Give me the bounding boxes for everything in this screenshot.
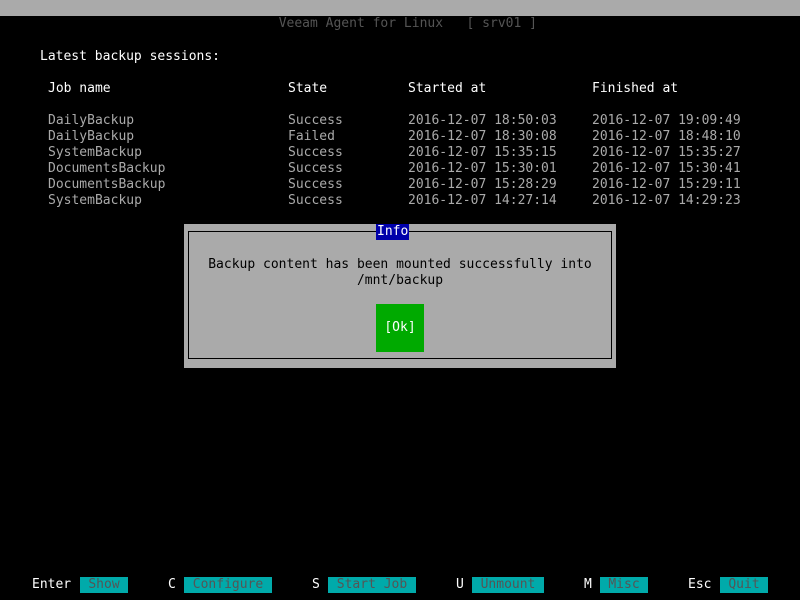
table-row[interactable]: DailyBackup Success 2016-12-07 18:50:03 … (0, 113, 800, 129)
key-m: M (584, 577, 592, 592)
column-header-state: State (288, 81, 328, 96)
cell-started-at: 2016-12-07 15:28:29 (408, 177, 557, 192)
cell-state: Failed (288, 129, 335, 144)
start-job-button[interactable]: Start Job (328, 577, 416, 593)
dialog-title: Info (376, 224, 410, 240)
column-header-finished-at: Finished at (592, 81, 679, 96)
sessions-heading: Latest backup sessions: (40, 49, 221, 64)
show-button[interactable]: Show (80, 577, 128, 593)
table-row[interactable]: DailyBackup Failed 2016-12-07 18:30:08 2… (0, 129, 800, 145)
cell-state: Success (288, 177, 343, 192)
key-c: C (168, 577, 176, 592)
cell-job-name: DocumentsBackup (48, 177, 166, 192)
column-header-job-name: Job name (48, 81, 111, 96)
window-title: Veeam Agent for Linux [ srv01 ] (278, 16, 537, 31)
dialog-message-path: /mnt/backup (356, 273, 444, 288)
cell-job-name: SystemBackup (48, 193, 142, 208)
key-esc: Esc (688, 577, 712, 592)
cell-finished-at: 2016-12-07 19:09:49 (592, 113, 741, 128)
unmount-button[interactable]: Unmount (472, 577, 544, 593)
misc-button[interactable]: Misc (600, 577, 648, 593)
cell-started-at: 2016-12-07 14:27:14 (408, 193, 557, 208)
cell-state: Success (288, 145, 343, 160)
window-title-bar: Veeam Agent for Linux [ srv01 ] (0, 0, 800, 31)
cell-started-at: 2016-12-07 18:50:03 (408, 113, 557, 128)
cell-finished-at: 2016-12-07 15:30:41 (592, 161, 741, 176)
key-s: S (312, 577, 320, 592)
table-row[interactable]: DocumentsBackup Success 2016-12-07 15:30… (0, 161, 800, 177)
key-u: U (456, 577, 464, 592)
column-header-started-at: Started at (408, 81, 487, 96)
cell-started-at: 2016-12-07 15:30:01 (408, 161, 557, 176)
configure-button[interactable]: Configure (184, 577, 272, 593)
quit-button[interactable]: Quit (720, 577, 768, 593)
cell-finished-at: 2016-12-07 15:29:11 (592, 177, 741, 192)
info-dialog: Info Backup content has been mounted suc… (184, 224, 616, 368)
cell-finished-at: 2016-12-07 15:35:27 (592, 145, 741, 160)
dialog-message: Backup content has been mounted successf… (184, 257, 616, 289)
key-bar: Enter Show C Configure S Start Job U Unm… (0, 577, 800, 593)
cell-job-name: DailyBackup (48, 113, 135, 128)
table-row[interactable]: SystemBackup Success 2016-12-07 14:27:14… (0, 193, 800, 209)
cell-job-name: DocumentsBackup (48, 161, 166, 176)
key-enter: Enter (32, 577, 72, 592)
table-row[interactable]: DocumentsBackup Success 2016-12-07 15:28… (0, 177, 800, 193)
cell-job-name: SystemBackup (48, 145, 142, 160)
cell-state: Success (288, 113, 343, 128)
table-row[interactable]: SystemBackup Success 2016-12-07 15:35:15… (0, 145, 800, 161)
dialog-message-line: Backup content has been mounted successf… (208, 257, 592, 272)
cell-job-name: DailyBackup (48, 129, 135, 144)
cell-finished-at: 2016-12-07 18:48:10 (592, 129, 741, 144)
cell-started-at: 2016-12-07 15:35:15 (408, 145, 557, 160)
cell-started-at: 2016-12-07 18:30:08 (408, 129, 557, 144)
cell-finished-at: 2016-12-07 14:29:23 (592, 193, 741, 208)
cell-state: Success (288, 161, 343, 176)
ok-button[interactable]: [Ok] (376, 304, 424, 352)
cell-state: Success (288, 193, 343, 208)
